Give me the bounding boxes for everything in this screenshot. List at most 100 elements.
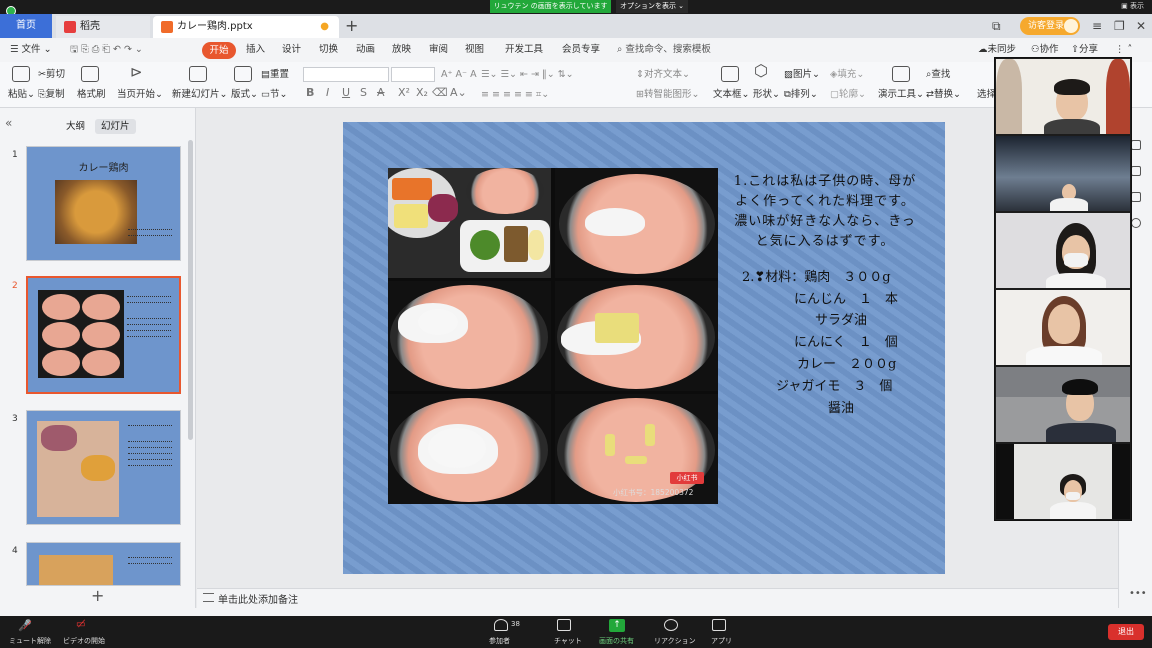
notes-placeholder[interactable]: 单击此处添加备注	[218, 591, 298, 606]
apps-button[interactable]: アプリ	[711, 636, 732, 646]
reactions-icon[interactable]	[664, 619, 678, 631]
participant-video-2[interactable]	[996, 136, 1130, 211]
bold-icon[interactable]: B	[306, 86, 314, 99]
strikethrough-icon[interactable]: A	[377, 86, 385, 99]
share-screen-icon[interactable]: ↑	[609, 619, 625, 632]
collaborate-button[interactable]: ⚇协作	[1031, 42, 1059, 58]
restore-window-icon[interactable]: ❐	[1114, 14, 1125, 38]
clear-format-icon[interactable]: ⌫	[432, 86, 448, 99]
close-window-icon[interactable]: ✕	[1136, 14, 1146, 38]
superscript-icon[interactable]: X²	[398, 86, 410, 99]
new-slide-icon[interactable]	[189, 66, 207, 82]
command-search[interactable]: ⌕ 查找命令、搜索模板	[617, 42, 711, 58]
format-painter-icon[interactable]	[81, 66, 99, 82]
replace-button[interactable]: ⇄替换⌄	[926, 88, 961, 101]
menu-tab-transition[interactable]: 切换	[319, 42, 338, 58]
start-video-button[interactable]: ビデオの開始	[63, 636, 105, 646]
quick-access-toolbar[interactable]: 🖫 ⎘ ⎙ ⎗ ↶ ↷ ⌄	[70, 42, 143, 58]
menu-icon[interactable]: ≡	[1092, 14, 1102, 38]
shape-button[interactable]: 形状⌄	[753, 88, 780, 101]
ingredient-carrot[interactable]: にんじん １ 本	[794, 290, 898, 310]
tab-presentation-file[interactable]: カレー鶏肉.pptx ●	[153, 16, 339, 38]
window-layout-icon[interactable]: ⧉	[992, 14, 1001, 38]
reset-button[interactable]: ▤重置	[261, 68, 289, 81]
unmute-button[interactable]: ミュート解除	[9, 636, 51, 646]
slide-thumbnail-2[interactable]	[26, 276, 181, 394]
share-screen-button[interactable]: 画面の共有	[599, 636, 634, 646]
from-current-button[interactable]: 当页开始⌄	[117, 88, 163, 101]
font-size-adjust[interactable]: A⁺ A⁻ A	[441, 68, 477, 81]
cooking-steps-photo-collage[interactable]	[388, 168, 718, 504]
chat-icon[interactable]	[557, 619, 571, 631]
participant-video-1[interactable]	[996, 59, 1130, 134]
menu-tab-design[interactable]: 设计	[282, 42, 301, 58]
slide-panel-scrollbar[interactable]	[188, 140, 193, 440]
font-color-icon[interactable]: A⌄	[450, 86, 467, 99]
muted-mic-icon[interactable]: 🎤̸	[18, 619, 32, 632]
animation-icon[interactable]	[1131, 192, 1141, 202]
add-slide-button[interactable]: +	[91, 586, 104, 605]
menu-tab-member[interactable]: 会员专享	[562, 42, 600, 58]
paste-icon[interactable]	[12, 66, 30, 82]
intro-text[interactable]: 1.これは私は子供の時、母がよく作ってくれた料理です。濃い味が好きな人なら、きっ…	[730, 172, 920, 252]
ingredient-garlic[interactable]: にんにく １ 個	[794, 333, 898, 353]
layout-button[interactable]: 版式⌄	[231, 88, 258, 101]
leave-meeting-button[interactable]: 退出	[1108, 624, 1144, 640]
outline-button[interactable]: ▢轮廓⌄	[830, 88, 866, 101]
italic-icon[interactable]: I	[326, 86, 329, 99]
play-from-current-icon[interactable]: ⊳	[130, 65, 143, 80]
section-button[interactable]: ▭节⌄	[261, 88, 287, 101]
menu-tab-animation[interactable]: 动画	[356, 42, 375, 58]
participants-icon[interactable]	[494, 619, 508, 631]
textbox-icon[interactable]	[721, 66, 739, 82]
ingredient-salad-oil[interactable]: サラダ油	[815, 311, 867, 331]
view-options-button[interactable]: オプションを表示 ⌄	[616, 0, 688, 13]
shape-icon[interactable]: ⬡	[754, 63, 768, 79]
paragraph-align-icons[interactable]: ≡ ≡ ≡ ≡ ≡ ⌗⌄	[481, 88, 549, 101]
ingredient-curry[interactable]: カレー ２００g	[797, 355, 896, 375]
materials-heading[interactable]: 2.❣材料：鶏肉 ３００g	[742, 268, 891, 288]
apps-icon[interactable]	[712, 619, 726, 631]
find-button[interactable]: ⌕查找	[926, 68, 950, 81]
menu-tab-insert[interactable]: 插入	[246, 42, 265, 58]
format-painter-button[interactable]: 格式刷	[77, 88, 106, 101]
menu-tab-start[interactable]: 开始	[202, 42, 236, 59]
collapse-panel-icon[interactable]: «	[5, 116, 12, 130]
more-icon[interactable]: •••	[1129, 588, 1147, 599]
chat-button[interactable]: チャット	[554, 636, 582, 646]
participants-button[interactable]: 参加者	[489, 636, 510, 646]
display-toggle[interactable]: ▣ 表示	[1121, 1, 1144, 11]
underline-icon[interactable]: U	[342, 86, 350, 99]
tab-home[interactable]: 首页	[0, 14, 52, 38]
reactions-button[interactable]: リアクション	[654, 636, 696, 646]
help-icon[interactable]	[1131, 218, 1141, 228]
ingredient-potato[interactable]: ジャガイモ ３ 個	[776, 377, 892, 397]
tab-outline[interactable]: 大纲	[60, 119, 91, 134]
tab-wps-docer[interactable]: 稻壳	[56, 16, 150, 38]
menu-tab-developer[interactable]: 开发工具	[505, 42, 543, 58]
subscript-icon[interactable]: X₂	[416, 86, 428, 99]
align-text-button[interactable]: ⇕对齐文本⌄	[636, 68, 690, 81]
slide-thumbnail-3[interactable]	[26, 410, 181, 525]
paste-button[interactable]: 粘贴⌄	[8, 88, 35, 101]
participant-video-3[interactable]	[996, 213, 1130, 288]
visitor-login-button[interactable]: 访客登录	[1020, 17, 1080, 35]
presentation-tools-button[interactable]: 演示工具⌄	[878, 88, 924, 101]
sync-status[interactable]: ☁未同步	[978, 42, 1016, 58]
menu-tab-view[interactable]: 视图	[465, 42, 484, 58]
share-button[interactable]: ⇪分享	[1071, 42, 1098, 58]
font-family-select[interactable]	[303, 67, 389, 82]
picture-button[interactable]: ▨图片⌄	[784, 68, 820, 81]
copy-button[interactable]: ⎘复制	[38, 88, 65, 101]
fill-button[interactable]: ◈填充⌄	[830, 68, 864, 81]
layout-icon[interactable]	[234, 66, 252, 82]
shadow-text-icon[interactable]: S	[360, 86, 367, 99]
smartart-button[interactable]: ⊞转智能图形⌄	[636, 88, 699, 101]
video-off-icon[interactable]: ▭̸	[76, 619, 85, 630]
menu-tab-slideshow[interactable]: 放映	[392, 42, 411, 58]
tab-slides[interactable]: 幻灯片	[95, 119, 136, 134]
menu-tab-review[interactable]: 审阅	[429, 42, 448, 58]
font-size-select[interactable]	[391, 67, 435, 82]
file-menu[interactable]: ☰ 文件 ⌄	[10, 42, 52, 58]
new-tab-button[interactable]: +	[345, 14, 358, 38]
